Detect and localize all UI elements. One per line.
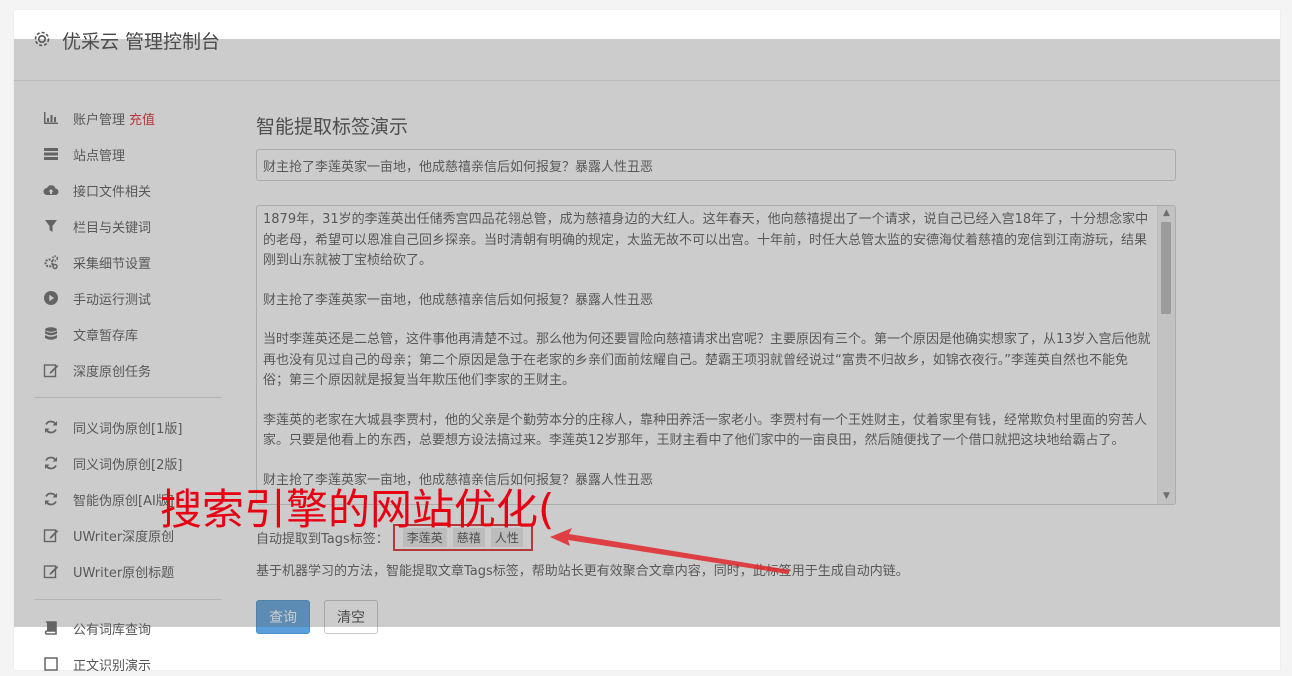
sidebar-item-label: UWriter深度原创 bbox=[73, 529, 175, 545]
edit-icon bbox=[42, 527, 60, 543]
sidebar-item-label: 深度原创任务 bbox=[73, 364, 152, 380]
play-circle-icon bbox=[42, 290, 60, 306]
article-content-textarea[interactable]: 1879年，31岁的李莲英出任储秀宫四品花翎总管，成为慈禧身边的大红人。这年春天… bbox=[256, 205, 1176, 505]
content-paragraph: 当时李莲英还是二总管，这件事他再清楚不过。那么他为何还要冒险向慈禧请求出宫呢？主… bbox=[263, 332, 1151, 388]
header: 优采云 管理控制台 bbox=[14, 10, 1280, 81]
red-arrow-icon bbox=[550, 528, 790, 574]
refresh-icon bbox=[42, 455, 60, 471]
clear-button[interactable]: 清空 bbox=[324, 600, 378, 634]
article-content-text: 1879年，31岁的李莲英出任储秀宫四品花翎总管，成为慈禧身边的大红人。这年春天… bbox=[263, 210, 1153, 504]
sidebar-item-label: 手动运行测试 bbox=[73, 292, 152, 308]
scrollbar-thumb[interactable] bbox=[1161, 222, 1171, 314]
sidebar-item-label: UWriter原创标题 bbox=[73, 565, 175, 581]
query-button[interactable]: 查询 bbox=[256, 600, 310, 634]
content-paragraph: 李莲英的老家在大城县李贾村，他的父亲是个勤劳本分的庄稼人，靠种田养活一家老小。李… bbox=[263, 412, 1148, 449]
sidebar-item-interface[interactable]: 接口文件相关 bbox=[42, 178, 151, 202]
sidebar-item-deep-original[interactable]: 深度原创任务 bbox=[42, 358, 151, 382]
cloud-upload-icon bbox=[42, 182, 60, 198]
sidebar-item-label: 同义词伪原创[1版] bbox=[73, 421, 183, 437]
sidebar-item-text-recognition[interactable]: 正文识别演示 bbox=[42, 652, 151, 676]
gears-icon bbox=[42, 254, 60, 270]
sidebar-item-label: 站点管理 bbox=[73, 148, 126, 164]
sidebar-item-label: 接口文件相关 bbox=[73, 184, 152, 200]
edit-icon bbox=[42, 563, 60, 579]
refresh-icon bbox=[42, 491, 60, 507]
sidebar-divider bbox=[34, 397, 222, 398]
sidebar-item-collect-settings[interactable]: 采集细节设置 bbox=[42, 250, 151, 274]
sidebar-item-label: 公有词库查询 bbox=[73, 622, 152, 638]
scroll-up-arrow-icon[interactable]: ▲ bbox=[1161, 208, 1172, 219]
refresh-icon bbox=[42, 419, 60, 435]
sidebar-item-synonym-v2[interactable]: 同义词伪原创[2版] bbox=[42, 451, 182, 475]
edit-icon bbox=[42, 362, 60, 378]
square-icon bbox=[42, 656, 60, 672]
app-title: 优采云 管理控制台 bbox=[62, 31, 221, 53]
bar-chart-icon bbox=[42, 110, 60, 126]
article-title-input[interactable] bbox=[256, 149, 1176, 181]
sidebar-item-label: 正文识别演示 bbox=[73, 658, 152, 674]
sidebar-item-columns[interactable]: 栏目与关键词 bbox=[42, 214, 151, 238]
sidebar-item-uwriter-title[interactable]: UWriter原创标题 bbox=[42, 559, 174, 583]
sidebar-divider bbox=[34, 599, 222, 600]
book-icon bbox=[42, 620, 60, 636]
scroll-down-arrow-icon[interactable]: ▼ bbox=[1161, 491, 1172, 502]
sidebar-item-label: 栏目与关键词 bbox=[73, 220, 152, 236]
sidebar-item-label: 采集细节设置 bbox=[73, 256, 152, 272]
sidebar-item-smart-ai[interactable]: 智能伪原创[AI版] bbox=[42, 487, 174, 511]
sidebar-item-sites[interactable]: 站点管理 bbox=[42, 142, 125, 166]
sidebar-item-label: 同义词伪原创[2版] bbox=[73, 457, 183, 473]
content-paragraph: 1879年，31岁的李莲英出任储秀宫四品花翎总管，成为慈禧身边的大红人。这年春天… bbox=[263, 212, 1149, 268]
recharge-link[interactable]: 充值 bbox=[129, 109, 155, 128]
sidebar-item-account[interactable]: 账户管理 充值 bbox=[42, 106, 155, 130]
database-icon bbox=[42, 326, 60, 342]
sidebar-item-public-lexicon[interactable]: 公有词库查询 bbox=[42, 616, 151, 640]
sidebar-item-uwriter-deep[interactable]: UWriter深度原创 bbox=[42, 523, 174, 547]
sidebar-item-synonym-v1[interactable]: 同义词伪原创[1版] bbox=[42, 415, 182, 439]
gear-icon bbox=[32, 29, 52, 49]
content-paragraph: 财主抢了李莲英家一亩地，他成慈禧亲信后如何报复？暴露人性丑恶 bbox=[263, 292, 654, 308]
page-title: 智能提取标签演示 bbox=[256, 116, 409, 138]
sidebar-item-manual-run[interactable]: 手动运行测试 bbox=[42, 286, 151, 310]
sidebar-item-label: 智能伪原创[AI版] bbox=[73, 493, 174, 509]
filter-icon bbox=[42, 218, 60, 234]
sidebar-item-label: 账户管理 bbox=[73, 112, 126, 128]
server-icon bbox=[42, 146, 60, 162]
textarea-scrollbar[interactable]: ▲ ▼ bbox=[1157, 206, 1175, 504]
sidebar-item-label: 文章暂存库 bbox=[73, 328, 139, 344]
sidebar: 账户管理 充值 站点管理 接口文件相关 栏目与关键词 采集细节设置 手动运行测试 … bbox=[14, 80, 244, 674]
watermark-text: 搜索引擎的网站优化( bbox=[160, 485, 555, 534]
sidebar-item-article-storage[interactable]: 文章暂存库 bbox=[42, 322, 138, 346]
